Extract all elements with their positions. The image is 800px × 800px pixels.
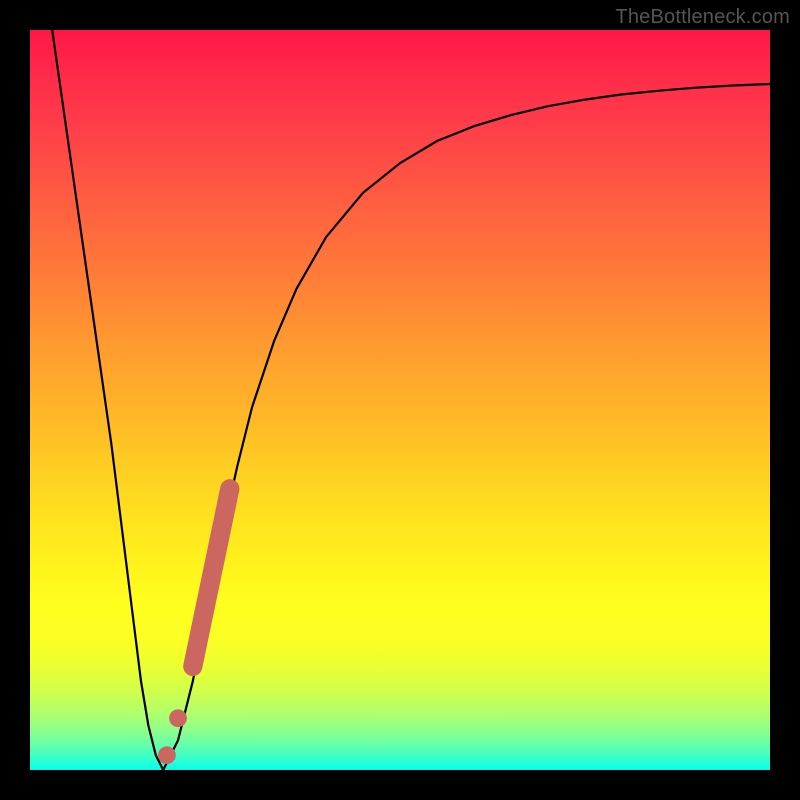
marker-dot-upper <box>169 709 187 727</box>
marker-dot-lower <box>158 746 176 764</box>
watermark-text: TheBottleneck.com <box>615 6 790 29</box>
plot-area <box>30 30 770 770</box>
marker-bar <box>193 489 230 667</box>
bottleneck-curve <box>52 30 770 770</box>
curve-svg <box>30 30 770 770</box>
chart-stage: TheBottleneck.com <box>0 0 800 800</box>
marker-layer <box>158 489 230 764</box>
